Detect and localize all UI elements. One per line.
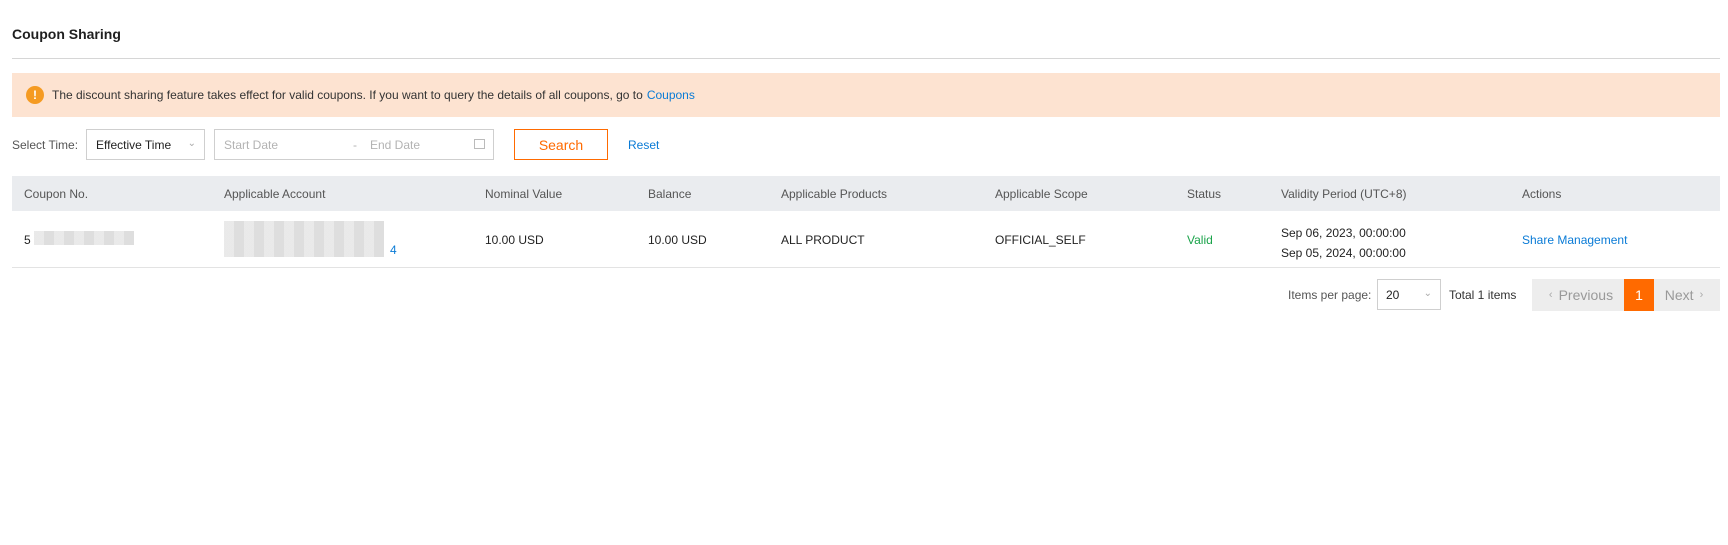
col-status: Status xyxy=(1187,187,1222,201)
col-validity-period: Validity Period (UTC+8) xyxy=(1281,187,1407,201)
col-coupon-no: Coupon No. xyxy=(24,187,89,201)
calendar-icon xyxy=(474,139,485,149)
coupon-no-cell: 5 xyxy=(24,233,31,247)
validity-start: Sep 06, 2023, 00:00:00 xyxy=(1281,226,1406,240)
next-page-button[interactable]: Next › xyxy=(1654,279,1720,311)
page-title: Coupon Sharing xyxy=(12,26,121,42)
total-items: Total 1 items xyxy=(1449,288,1517,302)
next-label: Next xyxy=(1664,287,1694,303)
nominal-value-cell: 10.00 USD xyxy=(485,233,544,247)
previous-page-button[interactable]: ‹ Previous xyxy=(1532,279,1624,311)
products-cell: ALL PRODUCT xyxy=(781,233,865,247)
col-applicable-scope: Applicable Scope xyxy=(995,187,1088,201)
chevron-left-icon: ‹ xyxy=(1548,289,1553,301)
date-range-picker[interactable]: Start Date - End Date xyxy=(214,129,494,160)
col-applicable-products: Applicable Products xyxy=(781,187,888,201)
coupon-table: Coupon No. Applicable Account Nominal Va… xyxy=(12,176,1720,268)
info-icon: ! xyxy=(26,86,44,104)
validity-end: Sep 05, 2024, 00:00:00 xyxy=(1281,246,1406,260)
col-applicable-account: Applicable Account xyxy=(224,187,326,201)
items-per-page-value: 20 xyxy=(1386,288,1400,302)
account-link[interactable]: 4 xyxy=(390,243,397,257)
notice-banner: ! The discount sharing feature takes eff… xyxy=(12,73,1720,117)
table-header: Coupon No. Applicable Account Nominal Va… xyxy=(12,176,1720,211)
notice-text: The discount sharing feature takes effec… xyxy=(52,88,643,102)
col-balance: Balance xyxy=(648,187,692,201)
chevron-down-icon: ⌄ xyxy=(187,138,196,149)
select-time-label: Select Time: xyxy=(12,138,79,152)
chevron-down-icon: ⌄ xyxy=(1423,288,1432,299)
end-date-field[interactable]: End Date xyxy=(370,138,420,152)
page-1-button[interactable]: 1 xyxy=(1624,279,1654,311)
col-nominal-value: Nominal Value xyxy=(485,187,563,201)
start-date-field[interactable]: Start Date xyxy=(224,138,278,152)
scope-cell: OFFICIAL_SELF xyxy=(995,233,1086,247)
redacted-coupon-no xyxy=(34,231,134,245)
chevron-right-icon: › xyxy=(1699,289,1704,301)
status-badge: Valid xyxy=(1187,233,1213,247)
balance-cell: 10.00 USD xyxy=(648,233,707,247)
reset-button[interactable]: Reset xyxy=(628,138,659,152)
time-type-select[interactable]: Effective Time ⌄ xyxy=(86,129,205,160)
pagination: Items per page: 20 ⌄ Total 1 items ‹ Pre… xyxy=(0,279,1728,311)
items-per-page-label: Items per page: xyxy=(1288,288,1372,302)
previous-label: Previous xyxy=(1558,287,1614,303)
col-actions: Actions xyxy=(1522,187,1562,201)
title-divider xyxy=(12,58,1720,59)
validity-cell: Sep 06, 2023, 00:00:00 Sep 05, 2024, 00:… xyxy=(1281,223,1406,263)
redacted-account xyxy=(224,221,384,257)
coupons-link[interactable]: Coupons xyxy=(647,88,695,102)
search-button[interactable]: Search xyxy=(514,129,608,160)
time-type-value: Effective Time xyxy=(96,137,172,152)
date-separator: - xyxy=(353,138,357,152)
share-management-link[interactable]: Share Management xyxy=(1522,233,1627,247)
items-per-page-select[interactable]: 20 ⌄ xyxy=(1377,279,1441,310)
table-row: 5 4 10.00 USD 10.00 USD ALL PRODUCT OFFI… xyxy=(12,211,1720,268)
